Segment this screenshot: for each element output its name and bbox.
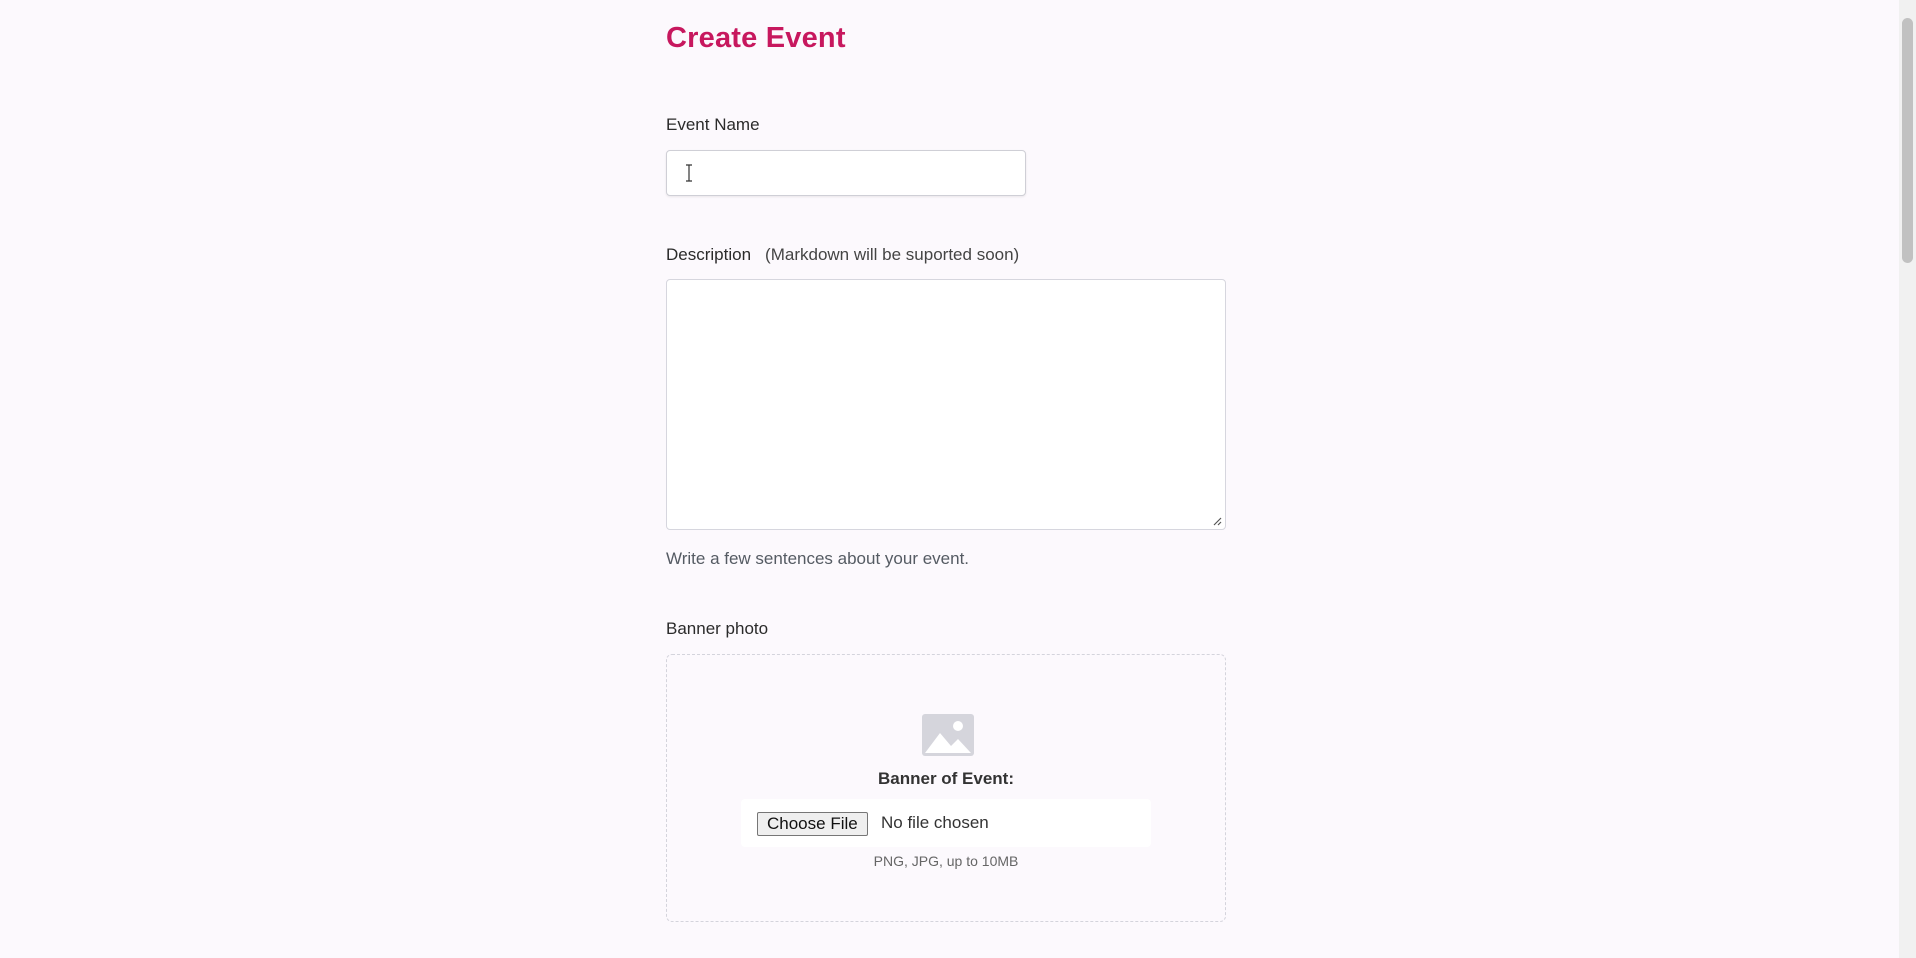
vertical-scrollbar[interactable] bbox=[1899, 0, 1916, 958]
event-name-label-text: Event Name bbox=[666, 115, 760, 134]
image-icon bbox=[922, 714, 974, 756]
file-input[interactable]: Choose File No file chosen bbox=[741, 799, 1151, 847]
no-file-chosen-text: No file chosen bbox=[881, 813, 989, 832]
description-label-text: Description bbox=[666, 245, 752, 264]
banner-dropzone-title: Banner of Event: bbox=[877, 769, 1015, 788]
page-title: Create Event bbox=[666, 22, 846, 54]
scrollbar-thumb[interactable] bbox=[1902, 18, 1913, 263]
event-name-label: Event Name bbox=[666, 115, 760, 135]
choose-file-button[interactable]: Choose File bbox=[757, 812, 868, 836]
file-types-hint: PNG, JPG, up to 10MB bbox=[873, 853, 1019, 869]
banner-dropzone[interactable]: Banner of Event: Choose File No file cho… bbox=[666, 654, 1226, 922]
banner-photo-label: Banner photo bbox=[666, 619, 768, 639]
description-hint: (Markdown will be suported soon) bbox=[765, 245, 1020, 264]
description-helper-text: Write a few sentences about your event. bbox=[666, 549, 970, 568]
text-cursor-icon bbox=[686, 164, 692, 182]
description-textarea[interactable] bbox=[666, 279, 1226, 530]
description-label: Description (Markdown will be suported so… bbox=[666, 245, 1019, 265]
event-name-input[interactable] bbox=[666, 150, 1026, 196]
banner-photo-label-text: Banner photo bbox=[666, 619, 769, 638]
page: Create Event Event Name Description (Mark… bbox=[0, 0, 1916, 958]
resize-handle-icon[interactable] bbox=[1212, 516, 1222, 526]
